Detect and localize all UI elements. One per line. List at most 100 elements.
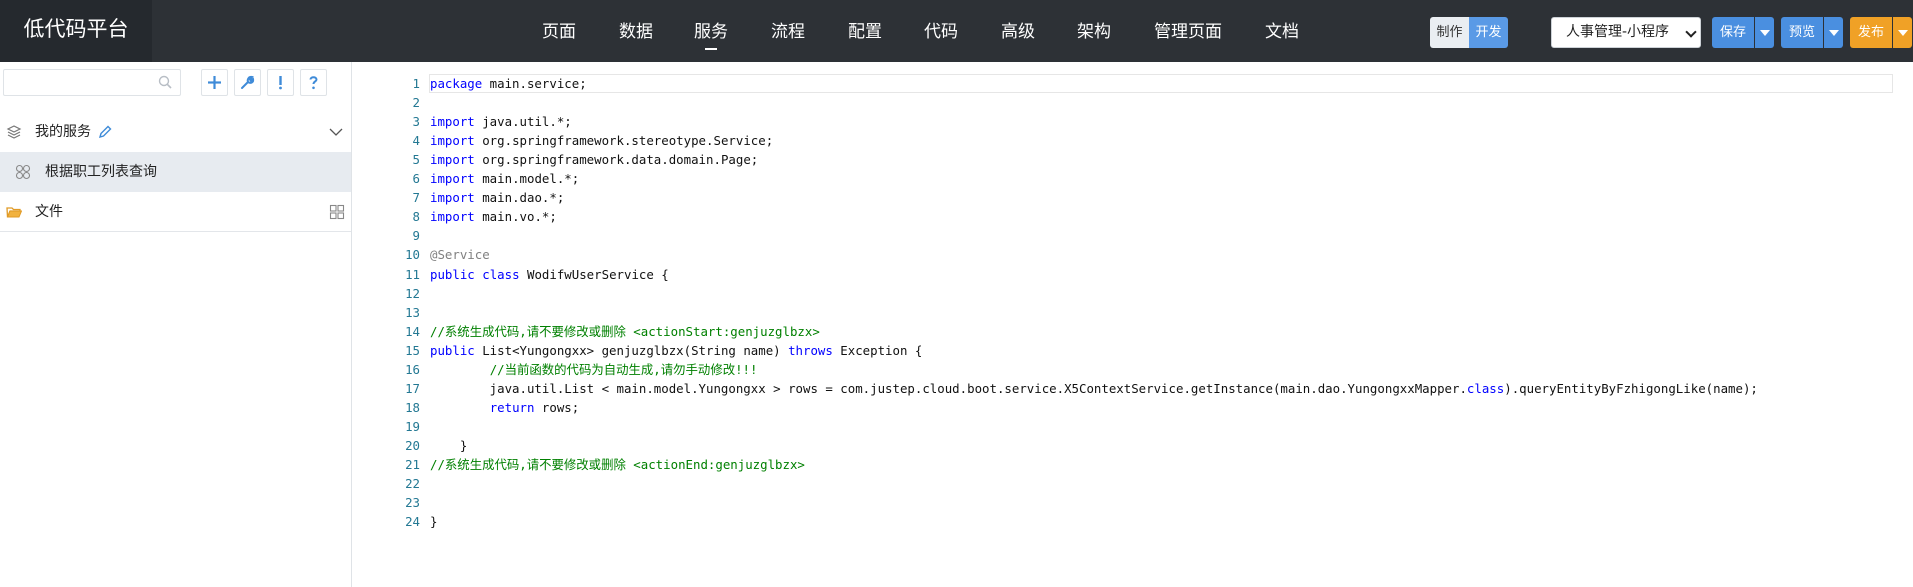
publish-button[interactable]: 发布	[1850, 17, 1892, 48]
line-code: public List<Yungongxx> genjuzglbzx(Strin…	[430, 341, 922, 360]
save-dropdown-caret-icon[interactable]	[1755, 17, 1774, 48]
code-token: import	[430, 171, 475, 187]
code-line[interactable]: 2	[353, 93, 1913, 112]
save-button[interactable]: 保存	[1712, 17, 1754, 48]
code-token: rows;	[534, 399, 580, 415]
nav-item-docs[interactable]: 文档	[1265, 0, 1299, 62]
line-number: 12	[405, 285, 420, 301]
line-code: //系统生成代码,请不要修改或删除 <actionEnd:genjuzglbzx…	[430, 455, 805, 474]
code-line[interactable]: 15 public List<Yungongxx> genjuzglbzx(Str…	[353, 341, 1913, 360]
code-token: return	[489, 399, 535, 415]
line-number: 3	[412, 114, 420, 130]
line-code: import main.dao.*;	[430, 188, 564, 207]
mode-dev-button[interactable]: 开发	[1469, 17, 1508, 48]
tree-item-service[interactable]: 根据职工列表查询	[0, 152, 351, 192]
code-line[interactable]: 7 import main.dao.*;	[353, 188, 1913, 207]
code-line[interactable]: 16 //当前函数的代码为自动生成,请勿手动修改!!!	[353, 360, 1913, 379]
line-number: 10	[405, 247, 420, 263]
code-line[interactable]: 19	[353, 417, 1913, 436]
code-editor[interactable]: 1 package main.service; 2 3 import java.util…	[353, 62, 1913, 587]
chevron-down-icon[interactable]	[328, 124, 344, 140]
code-line[interactable]: 23	[353, 493, 1913, 512]
code-line[interactable]: 10 @Service	[353, 245, 1913, 264]
line-number: 8	[412, 209, 420, 225]
code-line[interactable]: 14 //系统生成代码,请不要修改或删除 <actionStart:genjuzg…	[353, 322, 1913, 341]
exclamation-icon	[279, 76, 282, 90]
tree-group-my-services[interactable]: 我的服务	[0, 112, 351, 152]
code-token: import	[430, 209, 475, 225]
code-line[interactable]: 1 package main.service;	[353, 74, 1913, 93]
code-token: }	[430, 514, 438, 530]
tree-group-files[interactable]: 文件	[0, 192, 351, 232]
code-token: java.util.*;	[474, 114, 572, 130]
search-icon	[158, 75, 172, 89]
code-line[interactable]: 22	[353, 474, 1913, 493]
line-number: 7	[412, 190, 420, 206]
code-line[interactable]: 21 //系统生成代码,请不要修改或删除 <actionEnd:genjuzglb…	[353, 455, 1913, 474]
line-number: 20	[405, 437, 420, 453]
code-line[interactable]: 9	[353, 226, 1913, 245]
line-number: 21	[405, 457, 420, 472]
project-select[interactable]: 人事管理-小程序	[1551, 17, 1701, 48]
code-token: throws	[788, 342, 833, 358]
code-line[interactable]: 17 java.util.List < main.model.Yungongxx…	[353, 379, 1913, 398]
publish-split-button: 发布	[1850, 17, 1912, 48]
project-select-value: 人事管理-小程序	[1566, 24, 1670, 40]
line-code: import main.vo.*;	[430, 207, 557, 226]
mode-make-button[interactable]: 制作	[1430, 17, 1469, 48]
search-input[interactable]	[3, 69, 181, 96]
nav-item-config[interactable]: 配置	[848, 0, 882, 62]
top-bar: 低代码平台 页面 数据 服务 流程 配置 代码 高级 架构 管理页面 文档 制作…	[0, 0, 1913, 62]
code-line[interactable]: 12	[353, 284, 1913, 303]
code-line[interactable]: 20 }	[353, 436, 1913, 455]
preview-dropdown-caret-icon[interactable]	[1824, 17, 1843, 48]
line-number: 17	[405, 380, 420, 396]
code-token: //当前函数的代码为自动生成,请勿手动修改!!!	[489, 361, 758, 377]
add-button[interactable]	[201, 69, 228, 96]
nav-item-data[interactable]: 数据	[619, 0, 653, 62]
code-line[interactable]: 24}	[353, 512, 1913, 531]
line-code: @Service	[430, 245, 490, 264]
nav-item-advanced[interactable]: 高级	[1001, 0, 1035, 62]
code-token: main.service;	[482, 76, 587, 91]
code-token: main.vo.*;	[474, 209, 557, 225]
code-token: WodifwUserService {	[519, 266, 669, 282]
help-button[interactable]	[300, 69, 327, 96]
code-line[interactable]: 6 import main.model.*;	[353, 169, 1913, 188]
nav-item-flows[interactable]: 流程	[771, 0, 805, 62]
help-icon	[309, 76, 318, 90]
tree-item-label: 根据职工列表查询	[45, 164, 157, 180]
line-code: return rows;	[430, 398, 580, 417]
line-number: 5	[412, 152, 420, 168]
code-token: List<Yungongxx> genjuzglbzx(String name)	[474, 342, 789, 358]
alert-button[interactable]	[267, 69, 294, 96]
line-code: import org.springframework.data.domain.P…	[430, 150, 758, 169]
publish-dropdown-caret-icon[interactable]	[1893, 17, 1912, 48]
preview-button[interactable]: 预览	[1781, 17, 1823, 48]
code-line[interactable]: 3 import java.util.*;	[353, 112, 1913, 131]
code-line[interactable]: 8 import main.vo.*;	[353, 207, 1913, 226]
line-code: public class WodifwUserService {	[430, 265, 669, 284]
nav-item-code[interactable]: 代码	[924, 0, 958, 62]
code-line[interactable]: 5 import org.springframework.data.domain.…	[353, 150, 1913, 169]
code-token: import	[430, 152, 475, 168]
code-line[interactable]: 13	[353, 303, 1913, 322]
line-code: java.util.List < main.model.Yungongxx > …	[430, 379, 1758, 398]
save-split-button: 保存	[1712, 17, 1774, 48]
grid-icon[interactable]	[329, 204, 345, 220]
nav-item-services[interactable]: 服务	[694, 0, 728, 62]
nav-item-pages[interactable]: 页面	[542, 0, 576, 62]
tools-button[interactable]	[234, 69, 261, 96]
line-number: 9	[412, 228, 420, 244]
nav-item-architecture[interactable]: 架构	[1077, 0, 1111, 62]
line-number: 24	[405, 514, 420, 530]
pencil-icon[interactable]	[97, 124, 113, 140]
nav-item-admin-pages[interactable]: 管理页面	[1154, 0, 1222, 62]
folder-open-icon	[6, 207, 22, 218]
line-code: package main.service;	[430, 74, 587, 93]
code-line[interactable]: 4 import org.springframework.stereotype.S…	[353, 131, 1913, 150]
code-line[interactable]: 11 public class WodifwUserService {	[353, 265, 1913, 284]
code-token: Exception {	[832, 342, 923, 358]
code-line[interactable]: 18 return rows;	[353, 398, 1913, 417]
